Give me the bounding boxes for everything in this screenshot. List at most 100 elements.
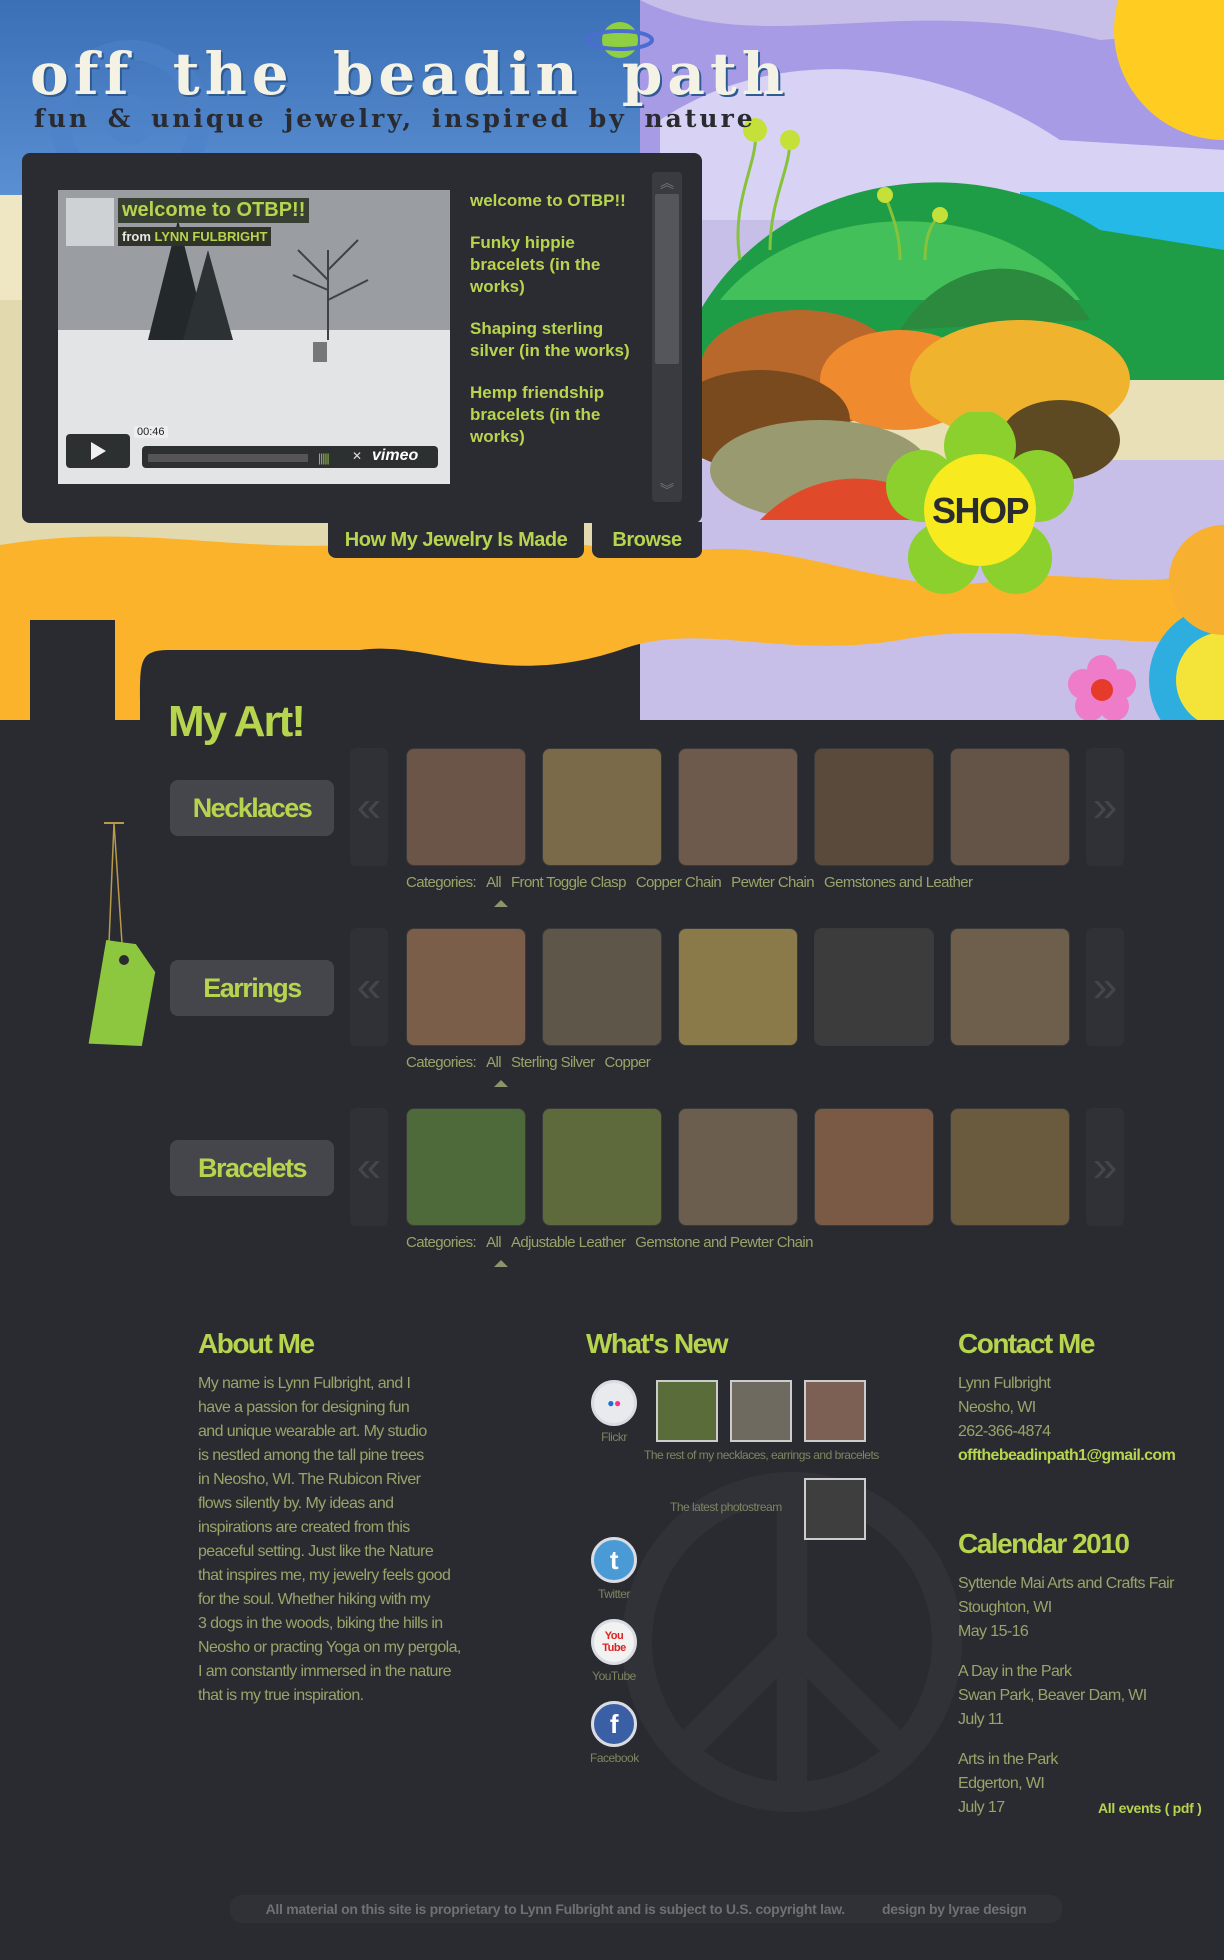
my-art-heading: My Art!: [168, 697, 306, 746]
active-category-indicator: [494, 900, 508, 907]
category-filter-link[interactable]: All: [486, 1234, 501, 1251]
gallery-thumbnail[interactable]: [542, 928, 662, 1046]
playlist-item[interactable]: Hemp friendship bracelets (in the works): [470, 382, 645, 448]
video-title[interactable]: welcome to OTBP!!: [118, 198, 310, 223]
playlist-scrollbar[interactable]: ︽ ︾: [652, 172, 682, 502]
about-line: for the soul. Whether hiking with my: [198, 1591, 430, 1608]
category-filter-bar: Categories: All Sterling Silver Copper: [406, 1054, 660, 1071]
flickr-link[interactable]: ● ● Flickr: [590, 1380, 638, 1444]
twitter-label: Twitter: [598, 1587, 630, 1601]
peace-sign-watermark: [622, 1472, 962, 1812]
about-line: Neosho or practing Yoga on my pergola,: [198, 1639, 461, 1656]
category-filter-link[interactable]: Gemstones and Leather: [824, 874, 973, 891]
category-button-bracelets[interactable]: Bracelets: [170, 1140, 334, 1196]
tab-how-jewelry-made[interactable]: How My Jewelry Is Made: [328, 522, 584, 558]
gallery-thumbnail[interactable]: [406, 748, 526, 866]
price-tag-icon: [84, 818, 164, 1050]
category-filter-link[interactable]: Sterling Silver: [511, 1054, 595, 1071]
gallery-thumbnail[interactable]: [678, 748, 798, 866]
categories-label: Categories:: [406, 1054, 477, 1071]
video-player[interactable]: welcome to OTBP!! from LYNN FULBRIGHT 00…: [58, 190, 450, 484]
gallery-thumbnail[interactable]: [814, 748, 934, 866]
photostream-label[interactable]: The latest photostream: [670, 1500, 782, 1514]
contact-email[interactable]: offthebeadinpath1@gmail.com: [958, 1444, 1176, 1468]
tab-browse[interactable]: Browse: [592, 522, 702, 558]
fullscreen-icon[interactable]: ✕: [352, 449, 362, 463]
youtube-link[interactable]: You Tube YouTube: [590, 1619, 638, 1683]
scroll-thumb[interactable]: [655, 194, 679, 364]
contact-phone: 262-366-4874: [958, 1423, 1051, 1440]
video-progress-bar[interactable]: [148, 454, 308, 462]
volume-icon[interactable]: |||||: [318, 451, 330, 465]
gallery-thumbnail[interactable]: [542, 1108, 662, 1226]
event-name: Syttende Mai Arts and Crafts Fair: [958, 1575, 1174, 1592]
copyright-text: All material on this site is proprietary…: [265, 1901, 846, 1917]
event-name: Arts in the Park: [958, 1751, 1058, 1768]
gallery-thumbnail[interactable]: [950, 748, 1070, 866]
facebook-link[interactable]: f Facebook: [590, 1701, 639, 1765]
gallery-thumbnail[interactable]: [406, 1108, 526, 1226]
category-filter-link[interactable]: All: [486, 1054, 501, 1071]
gallery-thumbnail[interactable]: [950, 928, 1070, 1046]
gallery-prev-button[interactable]: «: [350, 748, 388, 866]
flickr-label: Flickr: [601, 1430, 627, 1444]
gallery-next-button[interactable]: »: [1086, 748, 1124, 866]
category-filter-bar: Categories: All Front Toggle Clasp Copper C…: [406, 874, 982, 891]
facebook-label: Facebook: [590, 1751, 639, 1765]
calendar-heading: Calendar 2010: [958, 1528, 1130, 1559]
about-line: have a passion for designing fun: [198, 1399, 410, 1416]
designer-credit[interactable]: design by lyrae design: [882, 1901, 1027, 1917]
category-filter-link[interactable]: Adjustable Leather: [511, 1234, 626, 1251]
twitter-link[interactable]: t Twitter: [590, 1537, 638, 1601]
about-heading: About Me: [198, 1328, 315, 1359]
gallery-thumbnail[interactable]: [814, 1108, 934, 1226]
flickr-photos: [656, 1380, 866, 1442]
site-title[interactable]: off the beadin path: [30, 40, 789, 108]
category-filter-link[interactable]: Copper: [605, 1054, 651, 1071]
shop-button[interactable]: SHOP: [882, 410, 1078, 608]
gallery-prev-button[interactable]: «: [350, 1108, 388, 1226]
playlist-item[interactable]: Funky hippie bracelets (in the works): [470, 232, 645, 298]
flickr-caption[interactable]: The rest of my necklaces, earrings and b…: [644, 1448, 879, 1462]
youtube-label: YouTube: [592, 1669, 636, 1683]
gallery-thumbnail[interactable]: [542, 748, 662, 866]
calendar-event: Syttende Mai Arts and Crafts Fair Stough…: [958, 1572, 1174, 1644]
vimeo-logo[interactable]: vimeo: [372, 447, 418, 465]
scroll-up-icon[interactable]: ︽: [652, 172, 682, 194]
scroll-down-icon[interactable]: ︾: [652, 480, 682, 500]
about-line: is nestled among the tall pine trees: [198, 1447, 424, 1464]
gallery-thumbnail[interactable]: [406, 928, 526, 1046]
gallery-thumbnail[interactable]: [678, 928, 798, 1046]
about-line: inspirations are created from this: [198, 1519, 410, 1536]
gallery-prev-button[interactable]: «: [350, 928, 388, 1046]
youtube-icon: You Tube: [591, 1619, 637, 1665]
gallery-next-button[interactable]: »: [1086, 928, 1124, 1046]
footer-bar: All material on this site is proprietary…: [230, 1895, 1062, 1923]
category-filter-link[interactable]: Front Toggle Clasp: [511, 874, 626, 891]
play-button[interactable]: [66, 434, 130, 468]
about-line: I am constantly immersed in the nature: [198, 1663, 451, 1680]
flickr-photo[interactable]: [730, 1380, 792, 1442]
shop-label: SHOP: [931, 490, 1030, 531]
category-filter-link[interactable]: All: [486, 874, 501, 891]
flickr-photo[interactable]: [804, 1380, 866, 1442]
playlist-item[interactable]: welcome to OTBP!!: [470, 190, 645, 212]
contact-heading: Contact Me: [958, 1328, 1095, 1359]
gallery-next-button[interactable]: »: [1086, 1108, 1124, 1226]
gallery-thumbnail[interactable]: [950, 1108, 1070, 1226]
event-place: Stoughton, WI: [958, 1599, 1052, 1616]
category-filter-link[interactable]: Pewter Chain: [731, 874, 814, 891]
video-author[interactable]: LYNN FULBRIGHT: [155, 229, 268, 244]
playlist-item[interactable]: Shaping sterling silver (in the works): [470, 318, 645, 362]
category-button-earrings[interactable]: Earrings: [170, 960, 334, 1016]
active-category-indicator: [494, 1080, 508, 1087]
flickr-photo[interactable]: [656, 1380, 718, 1442]
category-filter-link[interactable]: Copper Chain: [636, 874, 722, 891]
video-thumbnail: [66, 198, 114, 246]
photostream-photo[interactable]: [804, 1478, 866, 1540]
gallery-thumbnail[interactable]: [678, 1108, 798, 1226]
all-events-link[interactable]: All events ( pdf ): [1098, 1800, 1202, 1816]
gallery-thumbnail[interactable]: [814, 928, 934, 1046]
category-filter-link[interactable]: Gemstone and Pewter Chain: [635, 1234, 813, 1251]
category-button-necklaces[interactable]: Necklaces: [170, 780, 334, 836]
